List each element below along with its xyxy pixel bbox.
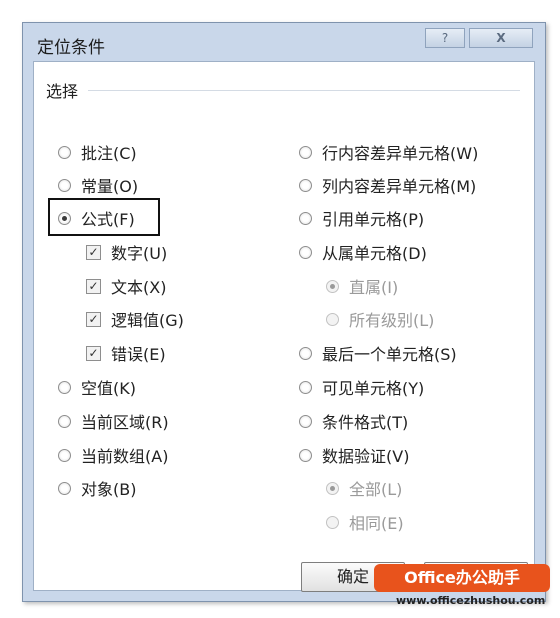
select-group-label: 选择 [46, 82, 79, 101]
check-logicals-label: 逻辑值(G) [111, 311, 184, 330]
title-bar: 定位条件 ? X [23, 23, 545, 63]
check-numbers-label: 数字(U) [111, 244, 168, 263]
radio-current-region[interactable]: 当前区域(R) [58, 409, 169, 433]
radio-row-differences-label: 行内容差异单元格(W) [322, 144, 479, 163]
help-button[interactable]: ? [425, 28, 465, 48]
radio-constants[interactable]: 常量(O) [58, 173, 138, 197]
radio-selected-icon [326, 481, 339, 495]
radio-data-validation[interactable]: 数据验证(V) [299, 443, 409, 467]
radio-blanks-label: 空值(K) [81, 379, 136, 398]
goto-special-dialog: 定位条件 ? X 选择 批注(C) 常量(O) 公式(F) ✓ 数字(U) ✓ … [22, 22, 546, 602]
radio-icon [58, 178, 71, 192]
radio-dependents[interactable]: 从属单元格(D) [299, 240, 427, 264]
checkmark-icon: ✓ [86, 345, 101, 361]
radio-selected-icon [326, 279, 339, 293]
check-errors[interactable]: ✓ 错误(E) [86, 341, 166, 365]
radio-objects-label: 对象(B) [81, 480, 137, 499]
checkmark-icon: ✓ [86, 311, 101, 327]
radio-icon [299, 211, 312, 225]
radio-icon [299, 245, 312, 259]
checkmark-icon: ✓ [86, 278, 101, 294]
radio-conditional-formats[interactable]: 条件格式(T) [299, 409, 408, 433]
radio-icon [58, 448, 71, 462]
radio-icon [299, 380, 312, 394]
radio-comments-label: 批注(C) [81, 144, 137, 163]
watermark-badge: Office办公助手 [374, 564, 550, 592]
radio-row-differences[interactable]: 行内容差异单元格(W) [299, 140, 478, 164]
radio-visible-cells[interactable]: 可见单元格(Y) [299, 375, 424, 399]
radio-precedents-label: 引用单元格(P) [322, 210, 425, 229]
radio-last-cell[interactable]: 最后一个单元格(S) [299, 341, 457, 365]
radio-validation-same-label: 相同(E) [349, 514, 404, 533]
radio-icon [58, 414, 71, 428]
radio-blanks[interactable]: 空值(K) [58, 375, 136, 399]
radio-current-array[interactable]: 当前数组(A) [58, 443, 168, 467]
close-button[interactable]: X [469, 28, 533, 48]
radio-icon [299, 346, 312, 360]
radio-validation-same[interactable]: 相同(E) [326, 510, 404, 534]
radio-current-region-label: 当前区域(R) [81, 413, 169, 432]
radio-icon [299, 448, 312, 462]
check-errors-label: 错误(E) [111, 345, 166, 364]
check-text-label: 文本(X) [111, 278, 167, 297]
group-divider [88, 90, 520, 91]
radio-validation-all[interactable]: 全部(L) [326, 476, 402, 500]
radio-icon [299, 145, 312, 159]
radio-objects[interactable]: 对象(B) [58, 476, 136, 500]
radio-icon [299, 178, 312, 192]
radio-icon [326, 312, 339, 326]
check-numbers[interactable]: ✓ 数字(U) [86, 240, 167, 264]
radio-constants-label: 常量(O) [81, 177, 139, 196]
radio-conditional-formats-label: 条件格式(T) [322, 413, 409, 432]
dialog-body: 选择 批注(C) 常量(O) 公式(F) ✓ 数字(U) ✓ 文本(X) ✓ 逻… [33, 61, 535, 592]
radio-comments[interactable]: 批注(C) [58, 140, 137, 164]
radio-column-differences[interactable]: 列内容差异单元格(M) [299, 173, 476, 197]
radio-dependents-label: 从属单元格(D) [322, 244, 427, 263]
radio-selected-icon [58, 211, 71, 225]
radio-all-levels[interactable]: 所有级别(L) [326, 307, 434, 331]
radio-icon [58, 145, 71, 159]
check-text[interactable]: ✓ 文本(X) [86, 274, 166, 298]
radio-column-differences-label: 列内容差异单元格(M) [322, 177, 477, 196]
radio-last-cell-label: 最后一个单元格(S) [322, 345, 457, 364]
radio-icon [58, 481, 71, 495]
radio-data-validation-label: 数据验证(V) [322, 447, 410, 466]
radio-icon [326, 515, 339, 529]
radio-formulas[interactable]: 公式(F) [58, 206, 135, 230]
dialog-title: 定位条件 [37, 38, 105, 58]
radio-precedents[interactable]: 引用单元格(P) [299, 206, 424, 230]
radio-visible-cells-label: 可见单元格(Y) [322, 379, 425, 398]
radio-icon [58, 380, 71, 394]
radio-all-levels-label: 所有级别(L) [349, 311, 435, 330]
radio-direct-only-label: 直属(I) [349, 278, 399, 297]
watermark-url: www.officezhushou.com [396, 594, 546, 607]
checkmark-icon: ✓ [86, 244, 101, 260]
radio-icon [299, 414, 312, 428]
radio-current-array-label: 当前数组(A) [81, 447, 169, 466]
radio-direct-only[interactable]: 直属(I) [326, 274, 398, 298]
radio-formulas-label: 公式(F) [81, 210, 135, 229]
radio-validation-all-label: 全部(L) [349, 480, 403, 499]
check-logicals[interactable]: ✓ 逻辑值(G) [86, 307, 184, 331]
